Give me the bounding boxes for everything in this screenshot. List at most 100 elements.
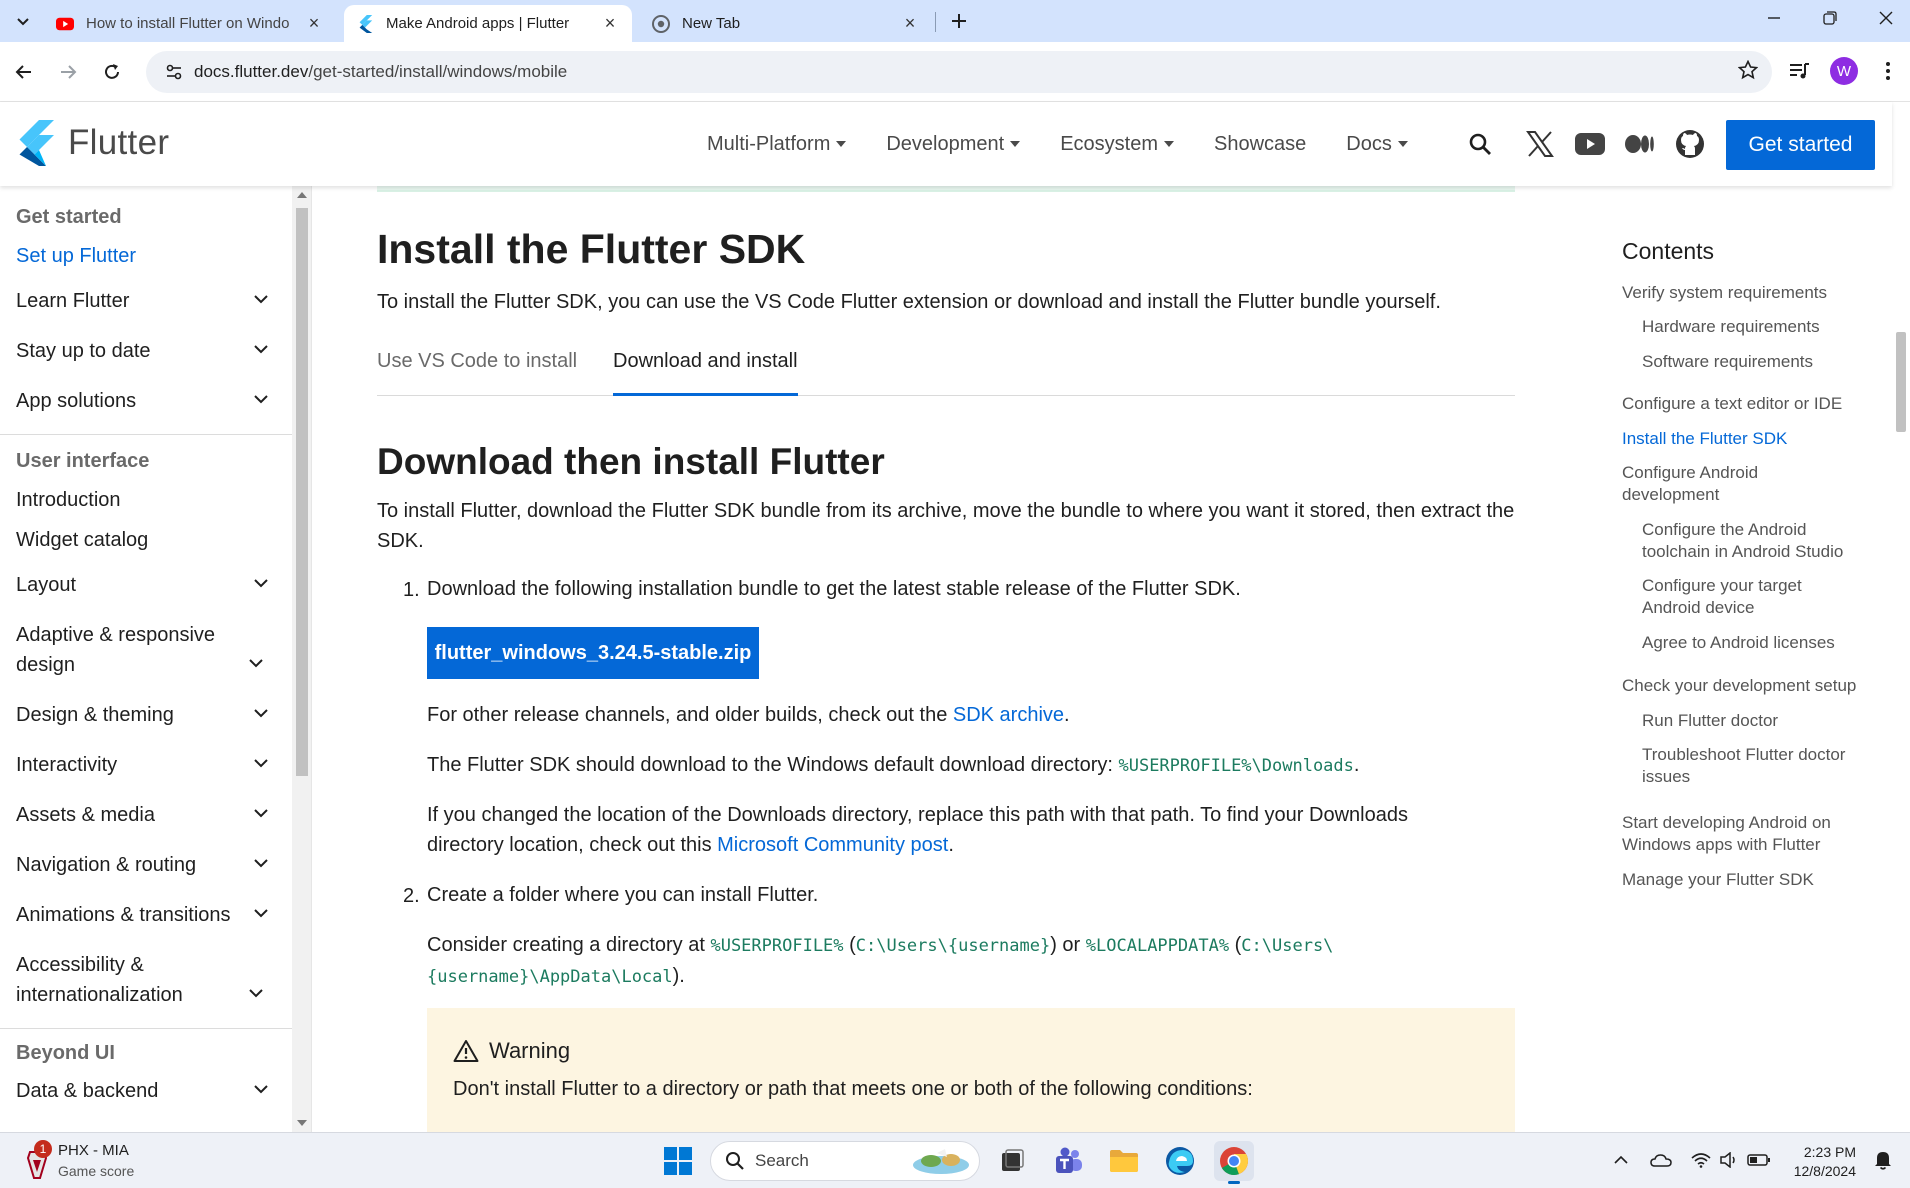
nav-multi-platform[interactable]: Multi-Platform <box>707 133 847 156</box>
browser-tab-flutter[interactable]: Make Android apps | Flutter × <box>344 5 632 42</box>
main-nav: Multi-Platform Development Ecosystem Sho… <box>707 102 1448 186</box>
youtube-icon[interactable] <box>1572 126 1608 162</box>
notification-bell-icon[interactable] <box>1870 1147 1896 1173</box>
flutter-logo-link[interactable]: Flutter <box>16 120 169 166</box>
wifi-icon[interactable] <box>1688 1147 1714 1173</box>
back-button[interactable] <box>6 54 42 90</box>
toc-item-check-development-setup[interactable]: Check your development setup <box>1622 675 1882 697</box>
sidebar-item-set-up-flutter[interactable]: Set up Flutter <box>16 241 272 271</box>
taskbar-clock[interactable]: 2:23 PM 12/8/2024 <box>1776 1143 1856 1181</box>
toc-item-configure-target-device[interactable]: Configure your target Android device <box>1642 575 1852 619</box>
task-view-button[interactable] <box>992 1141 1032 1181</box>
sidebar-item-widget-catalog[interactable]: Widget catalog <box>16 525 272 555</box>
minimize-icon <box>1768 17 1780 19</box>
url-path: /get-started/install/windows/mobile <box>308 62 568 81</box>
caret-down-icon <box>1164 141 1175 147</box>
sports-widget[interactable]: 1 PHX - MIA Game score <box>24 1140 134 1181</box>
sidebar-item-layout[interactable]: Layout <box>16 570 272 600</box>
address-bar[interactable]: docs.flutter.dev/get-started/install/win… <box>146 51 1772 93</box>
search-icon[interactable] <box>1462 126 1498 162</box>
profile-button[interactable]: W <box>1829 56 1859 86</box>
toc-item-verify-system-requirements[interactable]: Verify system requirements <box>1622 282 1882 304</box>
scroll-up-arrow-icon[interactable] <box>297 192 307 198</box>
media-controls-button[interactable] <box>1784 56 1814 86</box>
sdk-archive-link[interactable]: SDK archive <box>953 704 1064 726</box>
page-scrollbar-thumb[interactable] <box>1896 332 1906 432</box>
tab-use-vs-code[interactable]: Use VS Code to install <box>377 344 577 396</box>
sidebar-item-label: Navigation & routing <box>16 854 197 876</box>
sidebar-item-stay-up-to-date[interactable]: Stay up to date <box>16 336 272 366</box>
caret-down-icon <box>836 141 847 147</box>
sidebar-item-assets-media[interactable]: Assets & media <box>16 800 272 830</box>
restore-button[interactable] <box>1802 0 1858 36</box>
volume-icon[interactable] <box>1716 1147 1742 1173</box>
sidebar-item-learn-flutter[interactable]: Learn Flutter <box>16 286 272 316</box>
search-highlight-icon <box>913 1149 969 1174</box>
close-tab-icon[interactable]: × <box>900 13 920 34</box>
get-started-button[interactable]: Get started <box>1726 120 1875 170</box>
microsoft-community-link[interactable]: Microsoft Community post <box>717 834 948 856</box>
site-info-icon[interactable] <box>154 62 194 82</box>
nav-label: Showcase <box>1214 132 1307 155</box>
nav-development[interactable]: Development <box>886 133 1021 156</box>
close-tab-icon[interactable]: × <box>304 13 324 34</box>
toc-item-configure-android-toolchain[interactable]: Configure the Android toolchain in Andro… <box>1642 519 1872 563</box>
new-tab-button[interactable] <box>944 6 974 36</box>
sidebar-scrollbar-thumb[interactable] <box>296 208 308 776</box>
toc-item-configure-android-development[interactable]: Configure Android development <box>1622 462 1852 506</box>
browser-tab-new[interactable]: New Tab × <box>640 5 932 42</box>
battery-icon[interactable] <box>1746 1147 1772 1173</box>
tab-download-and-install[interactable]: Download and install <box>613 344 798 396</box>
download-dir-paragraph: The Flutter SDK should download to the W… <box>427 750 1517 781</box>
sidebar-item-animations-transitions[interactable]: Animations & transitions <box>16 900 272 930</box>
toc-item-configure-text-editor[interactable]: Configure a text editor or IDE <box>1622 393 1882 415</box>
sidebar-item-navigation-routing[interactable]: Navigation & routing <box>16 850 272 880</box>
sidebar-item-design-theming[interactable]: Design & theming <box>16 700 272 730</box>
onedrive-icon[interactable] <box>1648 1147 1674 1173</box>
file-explorer-button[interactable] <box>1104 1141 1144 1181</box>
x-twitter-icon[interactable] <box>1522 126 1558 162</box>
teams-app-button[interactable] <box>1048 1141 1088 1181</box>
close-window-button[interactable] <box>1858 0 1910 36</box>
sidebar-item-introduction[interactable]: Introduction <box>16 485 272 515</box>
taskbar-search-box[interactable]: Search <box>710 1141 980 1181</box>
medium-icon[interactable] <box>1622 126 1658 162</box>
sidebar-item-adaptive-responsive-design[interactable]: Adaptive & responsive design <box>16 620 226 680</box>
close-tab-icon[interactable]: × <box>600 13 620 34</box>
toc-item-software-requirements[interactable]: Software requirements <box>1642 351 1882 373</box>
inline-code: {username}\AppData\Local <box>427 967 673 987</box>
chevron-down-icon <box>245 982 267 1004</box>
show-hidden-icons-button[interactable] <box>1608 1147 1634 1173</box>
sidebar-item-accessibility-internationalization[interactable]: Accessibility & internationalization <box>16 950 216 1010</box>
browser-tab-youtube[interactable]: How to install Flutter on Windo × <box>44 5 336 42</box>
toc-item-agree-android-licenses[interactable]: Agree to Android licenses <box>1642 632 1882 654</box>
toc-item-install-flutter-sdk[interactable]: Install the Flutter SDK <box>1622 428 1882 450</box>
search-placeholder: Search <box>755 1151 809 1170</box>
toc-item-run-flutter-doctor[interactable]: Run Flutter doctor <box>1642 710 1882 732</box>
github-icon[interactable] <box>1672 126 1708 162</box>
bookmark-star-icon[interactable] <box>1737 59 1759 86</box>
browser-menu-button[interactable] <box>1876 56 1900 86</box>
nav-ecosystem[interactable]: Ecosystem <box>1060 133 1175 156</box>
minimize-button[interactable] <box>1746 0 1802 36</box>
nav-docs[interactable]: Docs <box>1346 133 1408 156</box>
toc-item-manage-flutter-sdk[interactable]: Manage your Flutter SDK <box>1622 869 1882 891</box>
forward-button[interactable] <box>50 54 86 90</box>
windows-start-button[interactable] <box>658 1141 698 1181</box>
nav-showcase[interactable]: Showcase <box>1214 133 1306 156</box>
sidebar-item-data-backend[interactable]: Data & backend <box>16 1076 272 1106</box>
sidebar-scrollbar[interactable] <box>292 186 311 1132</box>
toc-item-start-developing[interactable]: Start developing Android on Windows apps… <box>1622 812 1862 856</box>
reload-button[interactable] <box>94 54 130 90</box>
scroll-down-arrow-icon[interactable] <box>297 1120 307 1126</box>
chrome-app-button[interactable] <box>1214 1141 1254 1184</box>
sidebar-item-app-solutions[interactable]: App solutions <box>16 386 272 416</box>
edge-browser-button[interactable] <box>1160 1141 1200 1181</box>
nav-label: Docs <box>1346 132 1392 155</box>
download-sdk-button[interactable]: flutter_windows_3.24.5-stable.zip <box>427 627 759 679</box>
tab-search-dropdown-button[interactable] <box>8 6 38 36</box>
toc-item-hardware-requirements[interactable]: Hardware requirements <box>1642 316 1882 338</box>
page-scrollbar[interactable] <box>1892 102 1910 1132</box>
sidebar-item-interactivity[interactable]: Interactivity <box>16 750 272 780</box>
toc-item-troubleshoot-flutter-doctor[interactable]: Troubleshoot Flutter doctor issues <box>1642 744 1872 788</box>
